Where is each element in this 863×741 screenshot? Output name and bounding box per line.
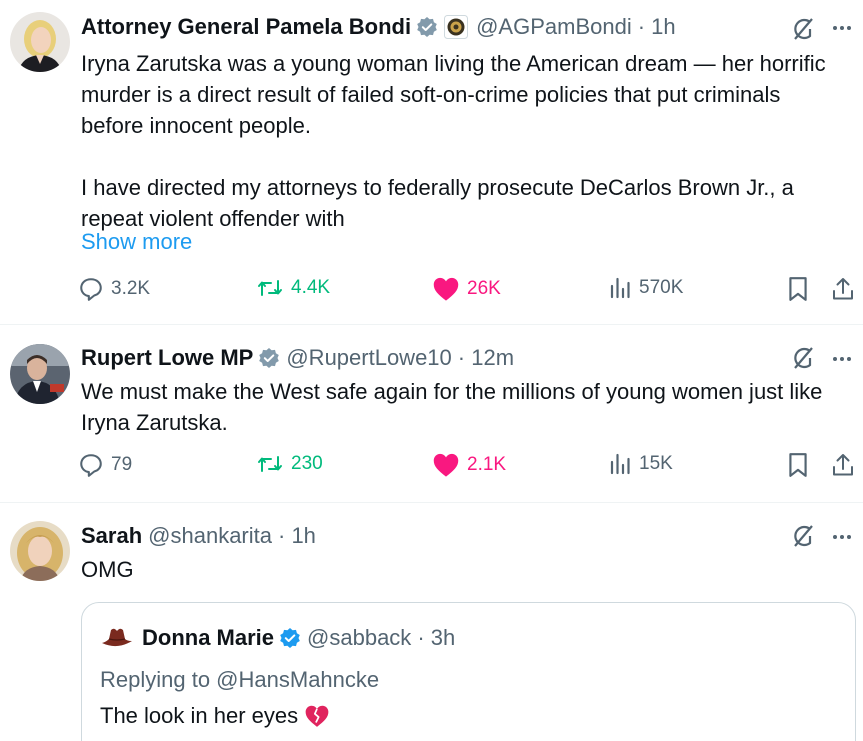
view-count: 15K <box>639 453 673 474</box>
like-count: 2.1K <box>467 454 507 475</box>
verified-badge-icon <box>258 347 280 369</box>
tweet-pam-bondi[interactable]: Attorney General Pamela Bondi @AGPamBond… <box>0 0 863 324</box>
bookmark-icon <box>789 453 807 477</box>
heart-icon <box>433 453 459 477</box>
tweet-text: We must make the West safe again for the… <box>81 379 823 435</box>
quoted-handle[interactable]: @sabback <box>307 625 411 651</box>
reply-button[interactable]: 3.2K <box>78 276 150 302</box>
heart-icon <box>433 277 459 301</box>
avatar[interactable] <box>10 12 70 72</box>
grok-icon[interactable] <box>790 523 816 554</box>
like-button[interactable]: 26K <box>432 276 501 302</box>
views-icon <box>610 277 630 299</box>
repost-count: 4.4K <box>291 277 331 298</box>
grok-icon[interactable] <box>790 16 816 47</box>
quoted-tweet-card[interactable]: Donna Marie @sabback · 3h Replying to @H… <box>81 602 856 741</box>
government-seal-icon[interactable] <box>444 15 469 39</box>
share-button[interactable] <box>831 276 855 302</box>
tweet-actions: 3.2K 4.4K 26K 570K <box>78 276 863 310</box>
display-name[interactable]: Sarah <box>81 522 142 550</box>
repost-icon <box>258 456 282 472</box>
handle[interactable]: @AGPamBondi <box>476 13 632 41</box>
share-button[interactable] <box>831 452 855 478</box>
tweet-actions: 79 230 2.1K 15K <box>78 452 863 486</box>
show-more-link[interactable]: Show more <box>81 229 192 255</box>
timestamp[interactable]: · 1h <box>278 522 316 550</box>
reply-button[interactable]: 79 <box>78 452 132 478</box>
views-button[interactable]: 570K <box>608 276 683 300</box>
quoted-tweet-text-row: The look in her eyes <box>100 703 330 729</box>
timestamp[interactable]: · 1h <box>638 13 676 41</box>
broken-heart-icon <box>304 704 330 728</box>
repost-button[interactable]: 230 <box>256 452 323 476</box>
quoted-tweet-text: The look in her eyes <box>100 703 299 728</box>
quoted-timestamp[interactable]: · 3h <box>417 625 455 651</box>
tweet-header: Rupert Lowe MP @RupertLowe10 · 12m <box>81 344 514 372</box>
tweet-text: Iryna Zarutska was a young woman living … <box>81 51 826 231</box>
replying-to-text[interactable]: Replying to @HansMahncke <box>100 667 379 693</box>
more-options-icon[interactable] <box>833 535 851 539</box>
handle[interactable]: @RupertLowe10 <box>286 344 451 372</box>
quoted-tweet-header: Donna Marie @sabback · 3h <box>100 625 455 651</box>
reply-icon <box>80 454 102 477</box>
more-options-icon[interactable] <box>833 357 851 361</box>
share-icon <box>833 454 853 476</box>
tweet-text: OMG <box>81 557 134 582</box>
tweet-rupert-lowe[interactable]: Rupert Lowe MP @RupertLowe10 · 12m We mu… <box>0 325 863 502</box>
reply-count: 79 <box>111 454 133 475</box>
views-icon <box>610 453 630 475</box>
bookmark-button[interactable] <box>787 452 809 478</box>
quoted-avatar[interactable] <box>100 626 134 650</box>
repost-count: 230 <box>291 453 323 474</box>
timestamp[interactable]: · 12m <box>458 344 514 372</box>
display-name[interactable]: Rupert Lowe MP <box>81 344 253 372</box>
bookmark-icon <box>789 277 807 301</box>
bookmark-button[interactable] <box>787 276 809 302</box>
reply-count: 3.2K <box>111 278 151 299</box>
repost-button[interactable]: 4.4K <box>256 276 330 300</box>
repost-icon <box>258 280 282 296</box>
avatar[interactable] <box>10 344 70 404</box>
more-options-icon[interactable] <box>833 26 851 30</box>
grok-icon[interactable] <box>790 345 816 376</box>
tweet-header: Sarah @shankarita · 1h <box>81 522 316 550</box>
avatar[interactable] <box>10 521 70 581</box>
verified-badge-icon <box>279 627 301 649</box>
like-count: 26K <box>467 278 501 299</box>
verified-badge-icon <box>416 16 438 38</box>
views-button[interactable]: 15K <box>608 452 673 476</box>
display-name[interactable]: Attorney General Pamela Bondi <box>81 13 411 41</box>
tweet-header: Attorney General Pamela Bondi @AGPamBond… <box>81 13 676 41</box>
view-count: 570K <box>639 277 684 298</box>
like-button[interactable]: 2.1K <box>432 452 506 478</box>
share-icon <box>833 278 853 300</box>
handle[interactable]: @shankarita <box>148 522 272 550</box>
reply-icon <box>80 278 102 301</box>
quoted-display-name[interactable]: Donna Marie <box>142 625 274 651</box>
